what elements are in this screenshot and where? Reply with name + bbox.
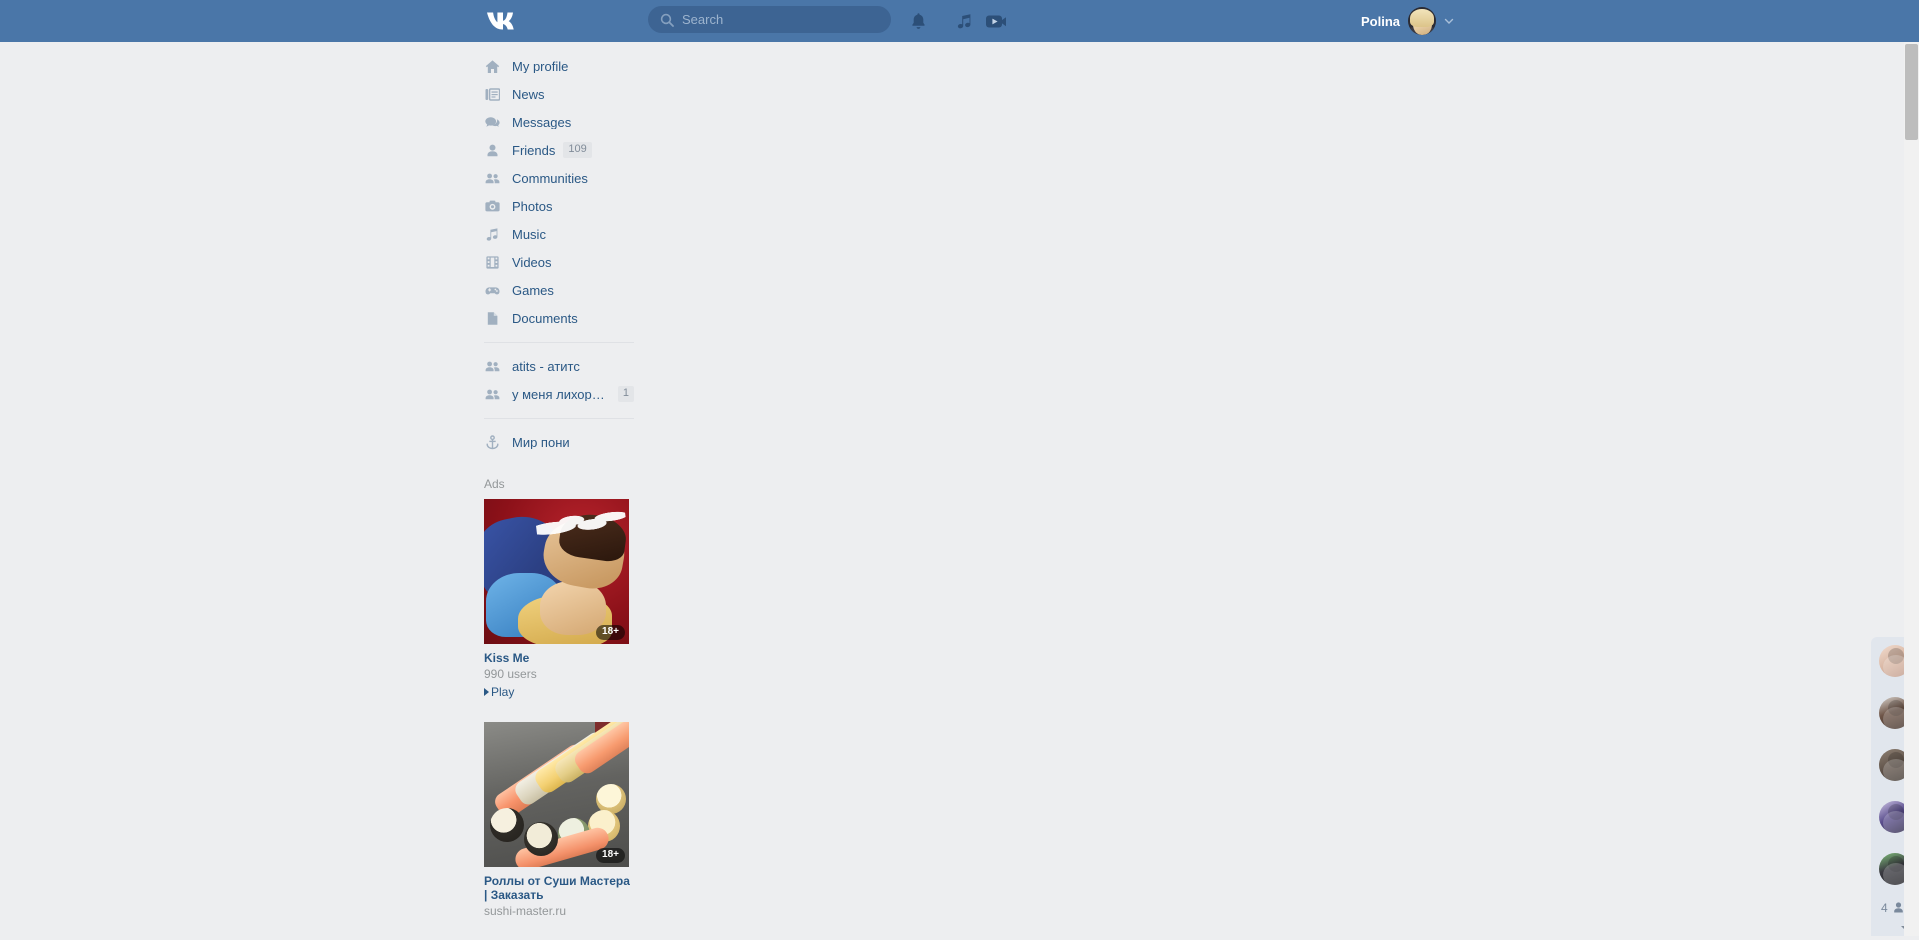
chevron-down-icon[interactable]: [1444, 16, 1454, 26]
sidebar-item-label: Videos: [512, 255, 552, 269]
sidebar-item-videos[interactable]: Videos: [484, 248, 634, 276]
sidebar-group-fever[interactable]: у меня лихорад… 1: [484, 380, 634, 408]
age-rating-badge: 18+: [596, 625, 625, 640]
ad-title[interactable]: Kiss Me: [484, 651, 634, 665]
sidebar-divider-1: [484, 342, 634, 343]
page-body: My profile News Messages Friends 109 Com…: [0, 42, 1919, 936]
vk-logo-icon[interactable]: [484, 5, 524, 35]
sidebar-item-friends[interactable]: Friends 109: [484, 136, 634, 164]
sidebar-item-documents[interactable]: Documents: [484, 304, 634, 332]
sidebar-item-label: Games: [512, 283, 554, 297]
sidebar-item-label: Music: [512, 227, 546, 241]
home-icon: [484, 58, 500, 74]
play-icon: [484, 688, 489, 697]
sidebar-item-label: Messages: [512, 115, 572, 129]
ad-title[interactable]: Роллы от Суши Мастера | Заказать: [484, 874, 634, 902]
group-count-badge: 1: [617, 386, 634, 402]
ad-subtitle: sushi-master.ru: [484, 903, 567, 918]
user-menu-button[interactable]: Polina: [1361, 3, 1454, 39]
sidebar-item-label: Мир пони: [512, 435, 570, 449]
ad-subtitle: 990 users: [484, 667, 537, 682]
sidebar-item-label: News: [512, 87, 545, 101]
film-icon: [484, 254, 500, 270]
user-name-label: Polina: [1360, 13, 1400, 29]
ad-sushi-master: 18+ Роллы от Суши Мастера | Заказать sus…: [484, 721, 634, 919]
left-sidebar: My profile News Messages Friends 109 Com…: [484, 52, 634, 940]
sidebar-item-messages[interactable]: Messages: [484, 108, 634, 136]
sidebar-pinned-mir-poni[interactable]: Мир пони: [484, 428, 634, 456]
sidebar-item-label: Photos: [512, 199, 553, 213]
sidebar-item-label: Friends: [512, 143, 556, 157]
online-count[interactable]: 4: [1881, 901, 1905, 914]
sidebar-item-label: atits - атитс: [512, 359, 580, 373]
friends-count-badge: 109: [563, 142, 592, 158]
page-scrollbar[interactable]: [1904, 42, 1919, 936]
communities-icon: [484, 358, 500, 374]
ads-section-label: Ads: [484, 477, 505, 491]
top-header-bar: Search Polina: [0, 0, 1919, 42]
sidebar-item-photos[interactable]: Photos: [484, 192, 634, 220]
ad-play-label: Play: [491, 684, 515, 699]
friend-icon: [484, 142, 500, 158]
news-icon: [484, 86, 500, 102]
video-icon[interactable]: [983, 8, 1009, 34]
sidebar-item-news[interactable]: News: [484, 80, 634, 108]
ad-kiss-me: 18+ Kiss Me 990 users Play: [484, 499, 634, 700]
messages-icon: [484, 114, 500, 130]
ad-image[interactable]: 18+: [484, 499, 629, 644]
person-icon: [1892, 901, 1905, 914]
search-placeholder-text: Search: [682, 12, 724, 27]
sidebar-item-label: My profile: [512, 59, 569, 73]
camera-icon: [484, 198, 500, 214]
search-icon: [660, 13, 674, 27]
music-icon[interactable]: [951, 8, 977, 34]
age-rating-badge: 18+: [596, 847, 625, 863]
music-note-icon: [484, 226, 500, 242]
sidebar-item-label: у меня лихорад…: [512, 387, 610, 401]
sidebar-group-atits[interactable]: atits - атитс: [484, 352, 634, 380]
communities-icon: [484, 170, 500, 186]
sidebar-divider-2: [484, 418, 634, 419]
sidebar-item-my-profile[interactable]: My profile: [484, 52, 634, 80]
document-icon: [484, 310, 500, 326]
notifications-icon[interactable]: [905, 8, 931, 34]
ad-play-button[interactable]: Play: [484, 685, 634, 700]
communities-icon: [484, 386, 500, 402]
anchor-icon: [484, 434, 500, 450]
gamepad-icon: [484, 282, 500, 298]
sidebar-item-games[interactable]: Games: [484, 276, 634, 304]
ad-image[interactable]: 18+: [484, 721, 629, 867]
scrollbar-thumb[interactable]: [1905, 44, 1918, 140]
avatar[interactable]: [1408, 7, 1436, 35]
sidebar-item-label: Documents: [512, 311, 578, 325]
sidebar-item-music[interactable]: Music: [484, 220, 634, 248]
sidebar-item-communities[interactable]: Communities: [484, 164, 634, 192]
online-count-number: 4: [1881, 900, 1888, 915]
sidebar-item-label: Communities: [512, 171, 588, 185]
search-input[interactable]: Search: [648, 6, 891, 33]
